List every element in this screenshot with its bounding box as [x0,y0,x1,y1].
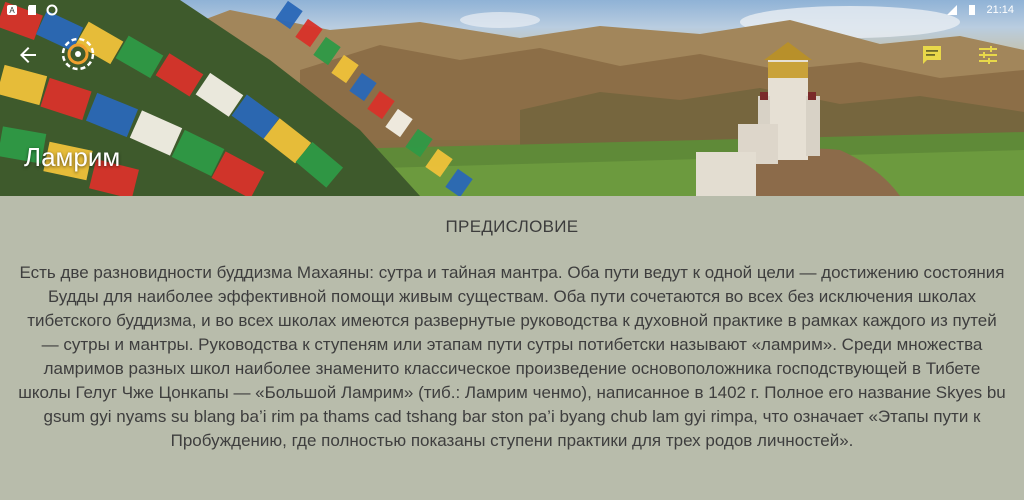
status-time: 21:14 [986,4,1014,16]
tibet-landscape-image [0,0,1024,196]
arrow-back-icon [20,47,36,63]
tune-icon [979,46,997,64]
section-heading: ПРЕДИСЛОВИЕ [445,217,579,236]
settings-button[interactable] [970,38,1006,72]
signal-icon [947,5,958,15]
back-button[interactable] [10,38,46,72]
header-banner: A 21:14 Ламрим [0,0,1024,196]
sync-icon [46,4,58,16]
notification-a-icon: A [7,5,17,15]
dharma-wheel-logo[interactable] [58,34,98,74]
page-title: Ламрим [24,142,121,172]
sd-card-icon [28,5,36,15]
content-area: ПРЕДИСЛОВИЕ Есть две разновидности будди… [0,196,1024,500]
preface-paragraph: Есть две разновидности буддизма Махаяны:… [18,263,1006,450]
notes-button[interactable] [914,38,950,72]
battery-icon [969,5,976,15]
status-bar: A 21:14 [0,0,1024,22]
notes-icon [923,46,941,64]
svg-text:A: A [9,6,15,15]
